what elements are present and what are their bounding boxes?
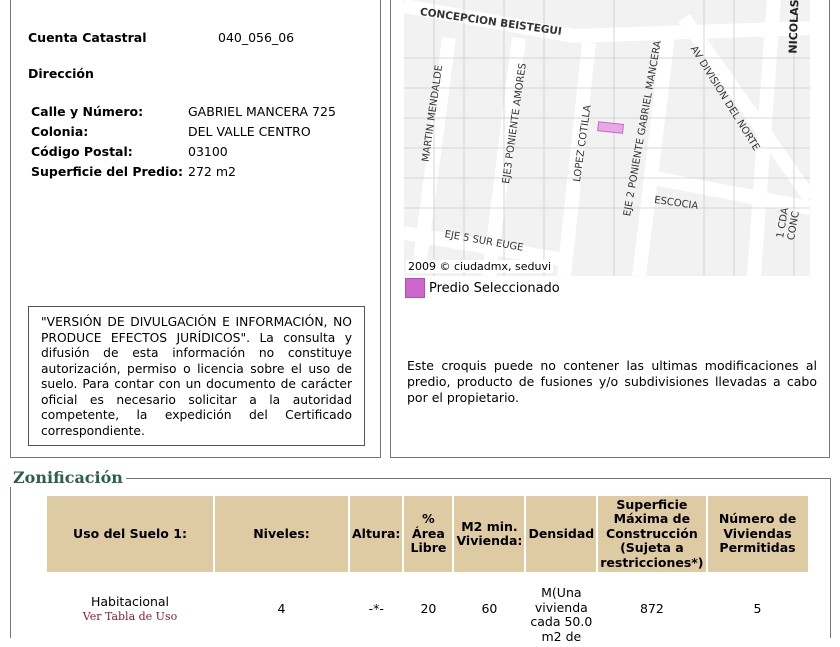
calle-value: GABRIEL MANCERA 725 bbox=[188, 104, 336, 119]
map-legend: Predio Seleccionado bbox=[405, 278, 560, 298]
zonificacion-table: Uso del Suelo 1: Niveles: Altura: % Área… bbox=[45, 494, 810, 647]
map-panel: CONCEPCION BEISTEGUI MARTIN MENDALDE EJE… bbox=[390, 0, 830, 458]
cell-viviendas: 5 bbox=[753, 601, 762, 617]
colonia-label: Colonia: bbox=[31, 124, 89, 139]
cp-value: 03100 bbox=[188, 144, 228, 159]
cell-area-libre: 20 bbox=[420, 601, 437, 617]
col-viviendas: Número de Viviendas Permitidas bbox=[707, 496, 808, 572]
legend-swatch bbox=[405, 278, 425, 298]
col-niveles: Niveles: bbox=[215, 496, 348, 572]
predio-panel: Cuenta Catastral 040_056_06 Dirección Ca… bbox=[10, 0, 381, 458]
cell-uso: Habitacional Ver Tabla de Uso bbox=[47, 574, 213, 645]
cuenta-label: Cuenta Catastral bbox=[28, 30, 147, 45]
map-image[interactable]: CONCEPCION BEISTEGUI MARTIN MENDALDE EJE… bbox=[404, 0, 810, 276]
cell-m2-min: 60 bbox=[481, 601, 498, 617]
legend-label: Predio Seleccionado bbox=[429, 280, 560, 296]
col-uso: Uso del Suelo 1: bbox=[47, 496, 213, 572]
superficie-value: 272 m2 bbox=[188, 164, 236, 179]
superficie-label: Superficie del Predio: bbox=[31, 164, 183, 179]
cell-superficie: 872 bbox=[639, 601, 664, 617]
map-copyright: 2009 © ciudadmx, seduvi bbox=[406, 260, 554, 273]
table-header-row: Uso del Suelo 1: Niveles: Altura: % Área… bbox=[47, 496, 808, 572]
col-m2-min: M2 min. Vivienda: bbox=[454, 496, 525, 572]
ver-tabla-link[interactable]: Ver Tabla de Uso bbox=[83, 610, 177, 623]
cp-label: Código Postal: bbox=[31, 144, 133, 159]
map-note: Este croquis puede no contener las ultim… bbox=[407, 358, 817, 405]
direccion-label: Dirección bbox=[28, 66, 94, 81]
col-superficie: Superficie Máxima de Construcción (Sujet… bbox=[598, 496, 706, 572]
street-label-nicolas: NICOLAS bbox=[786, 0, 802, 54]
cell-niveles: 4 bbox=[277, 601, 286, 617]
table-row: Habitacional Ver Tabla de Uso 4 -*- 20 60… bbox=[47, 574, 808, 645]
cuenta-value: 040_056_06 bbox=[218, 30, 295, 45]
calle-label: Calle y Número: bbox=[31, 104, 144, 119]
cell-densidad: M(Una vivienda cada 50.0 m2 de bbox=[530, 585, 593, 644]
uso-value: Habitacional bbox=[90, 593, 170, 609]
zonificacion-title: Zonificación bbox=[10, 468, 126, 487]
col-altura: Altura: bbox=[350, 496, 403, 572]
cell-altura: -*- bbox=[368, 601, 384, 617]
colonia-value: DEL VALLE CENTRO bbox=[188, 124, 311, 139]
legal-notice: "VERSIÓN DE DIVULGACIÓN E INFORMACIÓN, N… bbox=[28, 306, 365, 446]
col-area-libre: % Área Libre bbox=[404, 496, 453, 572]
col-densidad: Densidad bbox=[526, 496, 597, 572]
